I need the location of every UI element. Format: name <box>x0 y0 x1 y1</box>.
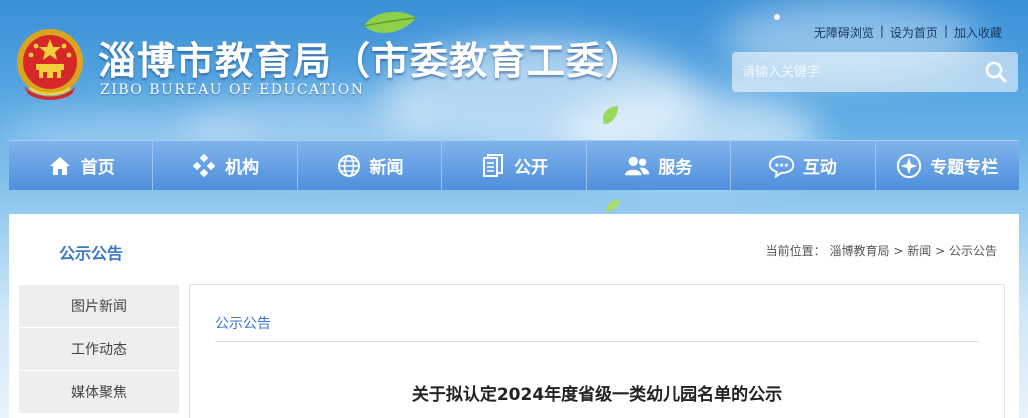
breadcrumb-item-home[interactable]: 淄博教育局 <box>830 244 890 258</box>
documents-icon <box>480 153 506 179</box>
nav-label: 互动 <box>802 158 837 178</box>
search-box <box>732 52 1018 92</box>
nav-item-special-topics[interactable]: 专题专栏 <box>876 141 1019 190</box>
article-box: 公示公告 关于拟认定2024年度省级一类幼儿园名单的公示 <box>189 284 1005 418</box>
breadcrumb-separator: > <box>893 244 904 258</box>
chat-icon <box>768 153 795 179</box>
nav-label: 服务 <box>658 158 693 178</box>
divider <box>215 341 979 342</box>
site-subtitle: ZIBO BUREAU OF EDUCATION <box>100 82 365 98</box>
nav-item-organization[interactable]: 机构 <box>153 141 298 190</box>
article-category: 公示公告 <box>215 316 271 332</box>
sidebar-item-photo-news[interactable]: 图片新闻 <box>19 285 179 327</box>
users-icon <box>624 153 650 179</box>
sidebar: 图片新闻 工作动态 媒体聚焦 <box>19 285 179 414</box>
national-emblem-icon <box>17 29 83 100</box>
main-nav: 首页 机构 新闻 公开 服务 互动 专题专栏 <box>9 140 1019 190</box>
nav-item-service[interactable]: 服务 <box>587 141 732 190</box>
search-input[interactable] <box>732 52 974 92</box>
globe-icon <box>336 153 362 179</box>
nav-item-news[interactable]: 新闻 <box>298 141 443 190</box>
search-button[interactable] <box>974 52 1018 92</box>
leaf-decoration <box>606 199 620 212</box>
nav-item-public[interactable]: 公开 <box>442 141 587 190</box>
nav-label: 机构 <box>225 158 260 178</box>
breadcrumb-item-current[interactable]: 公示公告 <box>949 244 997 258</box>
sidebar-item-work-updates[interactable]: 工作动态 <box>19 328 179 370</box>
set-homepage-link[interactable]: 设为首页 <box>884 24 944 41</box>
search-icon <box>985 61 1007 83</box>
nav-item-interaction[interactable]: 互动 <box>731 141 876 190</box>
breadcrumb-prefix: 当前位置： <box>765 244 826 258</box>
nav-item-home[interactable]: 首页 <box>9 141 154 190</box>
sparkle-decoration <box>774 14 780 20</box>
sidebar-item-media-focus[interactable]: 媒体聚焦 <box>19 371 179 413</box>
add-favorite-link[interactable]: 加入收藏 <box>948 24 1008 41</box>
nav-label: 公开 <box>513 158 548 178</box>
nav-label: 新闻 <box>369 158 404 178</box>
compass-icon <box>896 153 922 179</box>
top-links: 无障碍浏览 | 设为首页 | 加入收藏 <box>808 24 1008 41</box>
nav-label: 专题专栏 <box>930 158 999 178</box>
breadcrumb: 当前位置： 淄博教育局 > 新闻 > 公示公告 <box>766 242 997 259</box>
breadcrumb-separator: > <box>935 244 946 258</box>
article-title: 关于拟认定2024年度省级一类幼儿园名单的公示 <box>411 385 783 405</box>
content-panel: 公示公告 当前位置： 淄博教育局 > 新闻 > 公示公告 图片新闻 工作动态 媒… <box>9 214 1019 418</box>
site-title: 淄博市教育局（市委教育工委） <box>98 38 645 83</box>
section-title: 公示公告 <box>59 244 124 263</box>
leaf-decoration <box>602 106 618 124</box>
accessibility-link[interactable]: 无障碍浏览 <box>808 24 880 41</box>
nav-label: 首页 <box>80 158 115 178</box>
breadcrumb-item-news[interactable]: 新闻 <box>907 244 931 258</box>
org-icon <box>191 153 217 179</box>
home-icon <box>47 153 73 179</box>
